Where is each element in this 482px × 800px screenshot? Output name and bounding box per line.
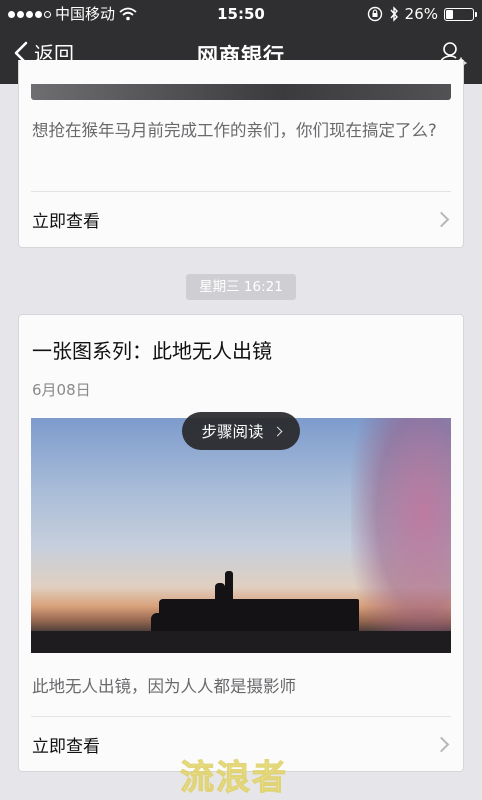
battery-fill	[446, 9, 453, 19]
chevron-right-icon	[272, 426, 282, 436]
photo-smoke	[351, 418, 451, 653]
step-read-button[interactable]: 步骤阅读	[182, 412, 300, 450]
lock-rotation-icon	[367, 6, 382, 22]
article-1-description: 想抢在猴年马月前完成工作的亲们，你们现在搞定了么?	[32, 121, 437, 140]
article-card-1[interactable]: 想抢在猴年马月前完成工作的亲们，你们现在搞定了么? 立即查看	[18, 60, 464, 248]
article-2-image[interactable]	[31, 418, 451, 653]
article-image-fragment	[31, 84, 451, 100]
photo-person-sitting	[215, 583, 225, 601]
timestamp-badge: 星期三 16:21	[186, 274, 296, 300]
view-now-label: 立即查看	[32, 736, 100, 757]
article-2-date: 6月08日	[32, 381, 91, 399]
chevron-right-icon	[433, 736, 450, 752]
bluetooth-icon	[390, 6, 398, 22]
article-2-description: 此地无人出镜，因为人人都是摄影师	[32, 677, 296, 696]
step-read-label: 步骤阅读	[201, 423, 264, 441]
battery-icon	[444, 7, 477, 21]
article-2-title[interactable]: 一张图系列：此地无人出镜	[32, 335, 272, 364]
battery-percent: 26%	[404, 5, 438, 23]
watermark: 流浪者	[180, 758, 288, 799]
view-now-label: 立即查看	[32, 211, 100, 232]
status-right: 26%	[367, 0, 477, 28]
article-card-2[interactable]: 一张图系列：此地无人出镜 6月08日 此地无人出镜，因为人人都是摄影师 立即查看	[18, 314, 464, 772]
chevron-right-icon	[433, 211, 450, 227]
status-bar: 中国移动 15:50 26%	[0, 0, 482, 28]
photo-person-standing	[225, 571, 233, 601]
photo-ground	[31, 631, 451, 653]
article-1-view-button[interactable]: 立即查看	[32, 192, 451, 246]
